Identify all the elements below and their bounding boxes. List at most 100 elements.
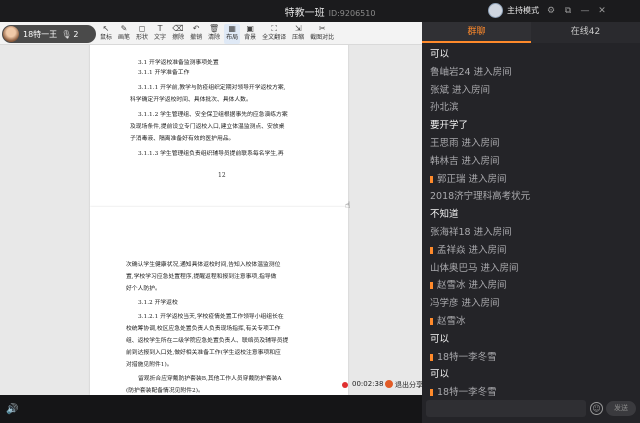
tab-group-chat[interactable]: 群聊 [422,22,531,43]
text-icon: T [157,24,163,33]
doc-line: 3.1.2 开学返校 [138,300,178,306]
cursor-icon: ↖ [102,24,110,33]
record-icon [342,382,348,388]
avatar [3,26,19,42]
chat-message-text: 要开学了 [430,120,469,132]
presenter-chip[interactable]: 18特一王 🎙 2 [2,25,96,43]
doc-line: (防护套装配备情况见附件2)。 [126,388,204,394]
tool-label: 擦除 [172,34,185,41]
crop-icon: ✂ [318,24,326,33]
tool-clear[interactable]: 🗑 清除 [206,24,222,44]
chat-message-text: 可以 [430,49,450,60]
tool-text[interactable]: T 文字 [152,24,168,44]
chat-message-text: 鲁岫岩24 进入房间 [430,66,512,78]
chat-message: 山体奥巴马 进入房间 [430,260,519,274]
title-bar: 特教一班 ID:9206510 主持模式 ⚙ ⧉ — ✕ [0,0,640,22]
chat-message-text: 韩林吉 进入房间 [430,155,500,167]
hand-cursor-icon: ☝ [345,201,351,211]
send-button[interactable]: 发送 [606,401,636,416]
tool-shape[interactable]: ◻ 形状 [134,24,150,44]
tool-label: 截图对比 [310,34,335,41]
document-viewer[interactable]: 12 3.1 开学返校准备监测事项处置 3.1.1 开学准备工作 3.1.1.1 开… [0,45,422,395]
chat-tabs: 群聊 在线42 [422,22,640,43]
close-icon[interactable]: ✕ [596,5,608,17]
page-number: 12 [218,172,226,179]
doc-line: 3.1.1.3 学生管理组负责组织辅导员提前联系每名学生,再 [138,151,284,157]
tool-crop[interactable]: ✂ 截图对比 [308,24,336,44]
chat-message-text: 冯学彦 进入房间 [430,298,500,310]
tool-undo[interactable]: ↶ 撤销 [188,24,204,44]
chat-message: 冯学彦 进入房间 [430,295,500,309]
tool-label: 清除 [208,34,221,41]
host-avatar [488,3,503,18]
tool-grid[interactable]: ▦ 布局 [224,24,241,44]
host-mode-label: 主持模式 [507,6,539,15]
popout-icon[interactable]: ⧉ [562,5,574,17]
teacher-marker-icon [430,246,433,254]
teacher-marker-icon [430,353,433,361]
tool-label: 布局 [226,34,239,41]
doc-line: 3.1.1.2 学生管理组、安全保卫组根据事先的应急演练方案 [138,112,288,118]
doc-line: 3.1.2.1 开学返校当天,学校疫情处置工作领导小组组长在 [138,314,284,320]
presenter-count: 2 [73,29,79,39]
doc-line: 留观折合应穿戴防护套装B,其他工作人员穿戴防护套装A [138,376,282,382]
chat-message-text: 孙北滨 [430,102,459,114]
tool-group: ↖ 鼠标 ✎ 画笔 ◻ 形状 T 文字 ⌫ 擦除 ↶ 撤销 🗑 清除 ▦ 布局 ▣ 背景 ⛶ 全文翻译 ⇲ 压缩 ✂ 截图对比 [98,24,336,44]
chat-message-text: 张海祥18 进入房间 [430,227,512,238]
minimize-icon[interactable]: — [579,5,591,17]
tool-pen[interactable]: ✎ 画笔 [116,24,132,44]
doc-line: 组、返校学生所在二级学院应急处置负责人、联络员及辅导员提 [126,338,289,344]
tool-label: 背景 [244,34,257,41]
chat-message-text: 张斌 进入房间 [430,84,491,96]
bg-icon: ▣ [246,24,254,33]
doc-line: 校统筹协调,校区应急处置负责人负责现场指挥,有关专项工作 [126,326,281,332]
doc-line: 子消毒液、隔离准备好有效的医护用品。 [130,136,235,142]
chat-input[interactable] [426,400,586,417]
doc-line: 3.1 开学返校准备监测事项处置 [138,60,219,66]
window-controls: ⚙ ⧉ — ✕ [545,5,608,17]
chat-message: 张海祥18 进入房间 [430,224,512,238]
window-title: 特教一班 ID:9206510 [230,4,430,19]
eraser-icon: ⌫ [172,24,184,33]
doc-line: 科学确定开学返校时间、具体批次、具体人数。 [130,97,252,103]
host-mode[interactable]: 主持模式 [488,3,539,18]
presenter-name: 18特一王 [23,29,58,39]
chat-input-row: ☺ 发送 [426,400,636,418]
record-time: 00:02:38 [352,380,384,388]
grid-icon: ▦ [228,24,236,33]
exit-share-button[interactable]: 退出分享 [395,380,423,390]
chat-message: 赵雪冰 [430,313,466,327]
tool-compress[interactable]: ⇲ 压缩 [290,24,306,44]
chat-message: 不知道 [430,206,459,220]
teacher-marker-icon [430,318,433,325]
pen-icon: ✎ [120,24,128,33]
class-name: 特教一班 [284,8,325,19]
settings-icon[interactable]: ⚙ [545,5,557,17]
chat-message: 可以 [430,366,449,380]
tool-label: 画笔 [118,34,131,41]
classroom-window: 特教一班 ID:9206510 主持模式 ⚙ ⧉ — ✕ 18特一王 🎙 2 ↖ 鼠… [0,0,640,423]
chat-message-text: 18特一李冬雪 [437,387,497,399]
chat-message-text: 18特一李冬雪 [437,351,497,363]
volume-icon[interactable]: 🔊 [6,404,18,415]
doc-line: 及现场条件,提前设立专门返校入口,建立体温监测点、安放桌 [130,124,285,130]
tab-online[interactable]: 在线42 [531,22,640,43]
tool-fullscreen[interactable]: ⛶ 全文翻译 [260,24,288,44]
teacher-marker-icon [430,389,433,397]
chat-message: 孙北滨 [430,99,459,113]
undo-icon: ↶ [192,24,200,33]
chat-message-text: 不知道 [430,209,459,221]
chat-message: 孟祥焱 进入房间 [430,242,507,256]
shape-icon: ◻ [138,24,146,33]
chat-message: 鲁岫岩24 进入房间 [430,64,512,78]
tool-cursor[interactable]: ↖ 鼠标 [98,24,114,44]
mic-icon[interactable]: 🎙 [61,30,71,39]
fullscreen-icon: ⛶ [271,24,277,33]
tool-bg[interactable]: ▣ 背景 [242,24,258,44]
emoji-icon[interactable]: ☺ [590,402,603,415]
bottom-bar [0,395,422,423]
tool-eraser[interactable]: ⌫ 擦除 [170,24,186,44]
chat-message-text: 郭正瑞 进入房间 [437,173,507,185]
exit-share-icon[interactable] [385,380,393,388]
chat-message-text: 赵雪冰 [437,316,466,327]
